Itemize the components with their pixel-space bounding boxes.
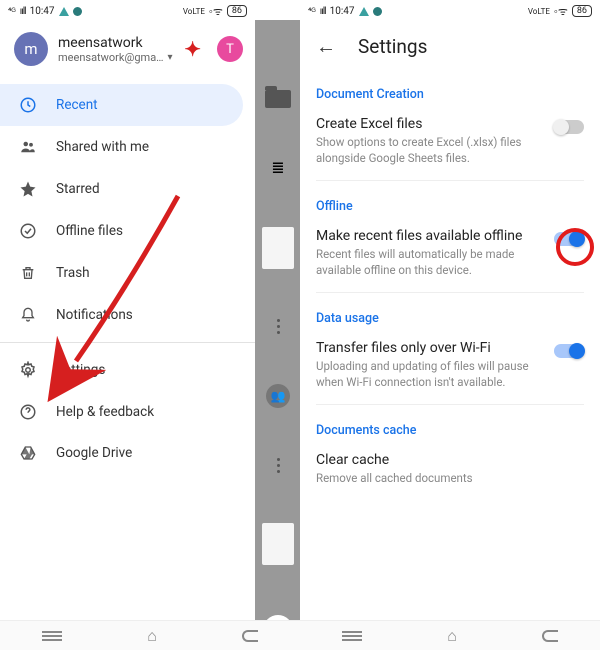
toggle-wifi-only[interactable] — [554, 344, 584, 358]
setting-title: Create Excel files — [316, 116, 544, 132]
nav-label: Recent — [56, 97, 98, 113]
wifi-icon: ◦ᯤ — [554, 4, 568, 19]
nav-shared[interactable]: Shared with me — [0, 126, 255, 168]
section-title-doc-creation: Document Creation — [316, 75, 584, 110]
bell-icon — [18, 306, 38, 324]
battery-icon: 86 — [227, 5, 247, 17]
back-arrow-icon[interactable]: ← — [316, 34, 336, 59]
status-dot-icon — [373, 7, 382, 16]
nav-notifications[interactable]: Notifications — [0, 294, 255, 336]
divider — [0, 342, 255, 343]
setting-desc: Uploading and updating of files will pau… — [316, 359, 544, 390]
account-header[interactable]: m meensatwork meensatwork@gma… ▾ ✦ T — [0, 20, 255, 78]
gear-icon — [18, 361, 38, 379]
volte-icon: VoLTE — [183, 7, 205, 16]
setting-desc: Show options to create Excel (.xlsx) fil… — [316, 135, 544, 166]
settings-header: ← Settings — [300, 20, 600, 71]
android-nav-bar: ⌂ — [300, 620, 600, 650]
document-thumbnail — [262, 227, 294, 269]
nav-label: Help & feedback — [56, 404, 154, 420]
home-button[interactable]: ⌂ — [447, 626, 457, 646]
setting-create-excel[interactable]: Create Excel files Show options to creat… — [316, 110, 584, 181]
nav-label: Notifications — [56, 307, 133, 323]
chevron-down-icon[interactable]: ▾ — [168, 52, 173, 63]
home-button[interactable]: ⌂ — [147, 626, 157, 646]
people-icon — [18, 138, 38, 156]
signal-bars-icon: ııll — [20, 6, 26, 17]
setting-title: Transfer files only over Wi-Fi — [316, 340, 544, 356]
section-title-offline: Offline — [316, 187, 584, 222]
status-bar: ⁴ᴳ ııll 10:47 VoLTE ◦ᯤ 86 — [300, 0, 600, 20]
back-button[interactable] — [542, 630, 558, 642]
section-title-cache: Documents cache — [316, 411, 584, 446]
nav-label: Trash — [56, 265, 90, 281]
setting-title: Make recent files available offline — [316, 228, 544, 244]
clock: 10:47 — [330, 6, 355, 17]
back-button[interactable] — [242, 630, 258, 642]
right-screenshot: ⁴ᴳ ııll 10:47 VoLTE ◦ᯤ 86 ← Settings Doc… — [300, 0, 600, 650]
nav-label: Offline files — [56, 223, 123, 239]
setting-offline-recent[interactable]: Make recent files available offline Rece… — [316, 222, 584, 293]
folder-icon — [265, 90, 291, 108]
offline-icon — [18, 222, 38, 240]
list-view-icon: ≣ — [271, 158, 284, 177]
profile-badge[interactable]: T — [217, 36, 243, 62]
section-title-data-usage: Data usage — [316, 299, 584, 334]
nav-recent[interactable]: Recent — [0, 84, 243, 126]
account-email: meensatwork@gma… ▾ — [58, 51, 170, 64]
toggle-offline-recent[interactable] — [554, 232, 584, 246]
nav-drive[interactable]: Google Drive — [0, 433, 255, 473]
left-screenshot: ≣ 👥 + ⁴ᴳ ııll 10:47 VoLTE — [0, 0, 300, 650]
nav-starred[interactable]: Starred — [0, 168, 255, 210]
nav-label: Starred — [56, 181, 100, 197]
setting-title: Clear cache — [316, 452, 584, 468]
more-icon — [277, 458, 280, 473]
setting-clear-cache[interactable]: Clear cache Remove all cached documents — [316, 446, 584, 501]
wifi-icon: ◦ᯤ — [209, 4, 223, 19]
nav-label: Shared with me — [56, 139, 149, 155]
recent-apps-button[interactable] — [342, 629, 362, 643]
nav-settings[interactable]: Settings — [0, 349, 255, 391]
signal-icon: ⁴ᴳ — [308, 6, 316, 17]
setting-wifi-only[interactable]: Transfer files only over Wi-Fi Uploading… — [316, 334, 584, 405]
flame-icon: ✦ — [184, 37, 201, 61]
nav-offline[interactable]: Offline files — [0, 210, 255, 252]
recent-apps-button[interactable] — [42, 629, 62, 643]
star-icon — [18, 180, 38, 198]
warning-icon — [59, 7, 69, 16]
document-thumbnail — [262, 523, 294, 565]
page-title: Settings — [358, 35, 427, 58]
nav-list: Recent Shared with me Starred — [0, 84, 255, 473]
setting-desc: Recent files will automatically be made … — [316, 247, 544, 278]
signal-bars-icon: ııll — [320, 6, 326, 17]
nav-trash[interactable]: Trash — [0, 252, 255, 294]
trash-icon — [18, 264, 38, 282]
drive-icon — [18, 445, 38, 461]
battery-icon: 86 — [572, 5, 592, 17]
nav-help[interactable]: Help & feedback — [0, 391, 255, 433]
warning-icon — [359, 7, 369, 16]
clock: 10:47 — [30, 6, 55, 17]
status-dot-icon — [73, 7, 82, 16]
nav-label: Google Drive — [56, 445, 132, 461]
nav-label: Settings — [56, 362, 105, 378]
setting-desc: Remove all cached documents — [316, 471, 584, 487]
volte-icon: VoLTE — [528, 7, 550, 16]
toggle-create-excel[interactable] — [554, 120, 584, 134]
signal-icon: ⁴ᴳ — [8, 6, 16, 17]
status-bar: ⁴ᴳ ııll 10:47 VoLTE ◦ᯤ 86 — [0, 0, 255, 20]
navigation-drawer: ⁴ᴳ ııll 10:47 VoLTE ◦ᯤ 86 m meensatwork — [0, 0, 255, 650]
android-nav-bar: ⌂ — [0, 620, 300, 650]
clock-icon — [18, 96, 38, 114]
shared-badge-icon: 👥 — [266, 384, 290, 408]
more-icon — [277, 319, 280, 334]
avatar: m — [14, 32, 48, 66]
help-icon — [18, 403, 38, 421]
account-name: meensatwork — [58, 35, 170, 51]
